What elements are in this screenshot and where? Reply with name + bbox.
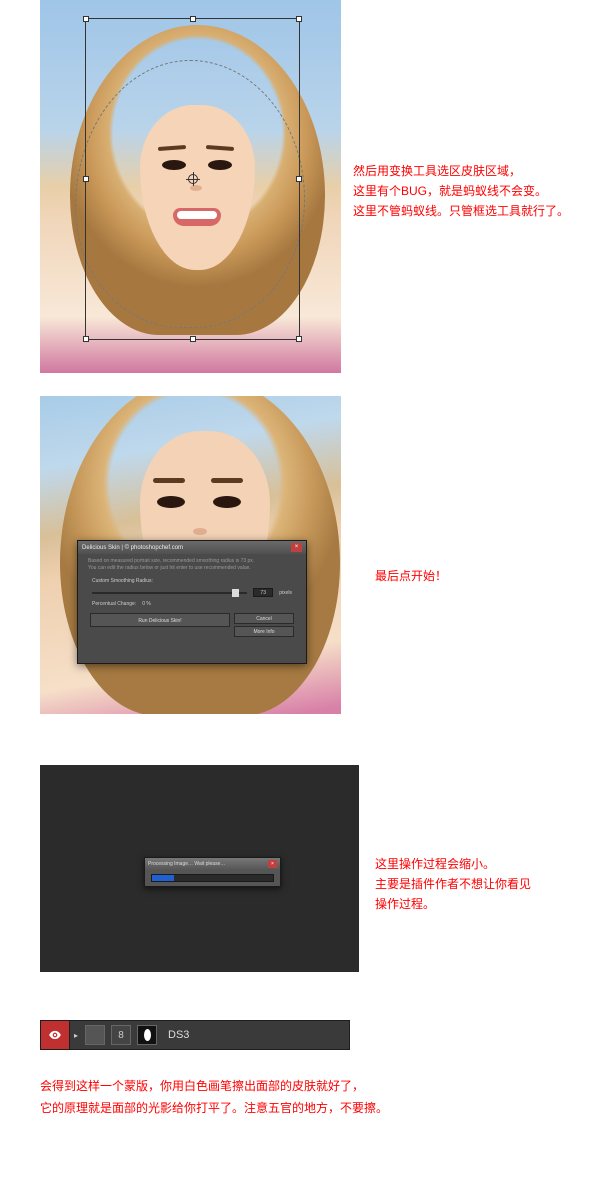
progress-dialog: Processing Image… Wait please… ×	[144, 857, 281, 887]
delicious-skin-dialog: Delicious Skin | © photoshopchef.com × B…	[77, 540, 307, 664]
cancel-button[interactable]: Cancel	[234, 613, 294, 624]
layers-panel-row: ▸ 8 DS3	[40, 1020, 350, 1050]
eye-icon	[48, 1028, 62, 1042]
percent-label: Percentual Change:	[92, 601, 136, 607]
run-button[interactable]: Run Delicious Skin!	[90, 613, 230, 627]
close-icon[interactable]: ×	[291, 543, 302, 552]
more-info-button[interactable]: More Info	[234, 626, 294, 637]
caption-1: 然后用变换工具选区皮肤区域， 这里有个BUG，就是蚂蚁线不会变。 这里不管蚂蚁线…	[353, 161, 569, 221]
screenshot-processing: Processing Image… Wait please… ×	[40, 765, 359, 972]
caption-4: 会得到这样一个蒙版，你用白色画笔擦出面部的皮肤就好了， 它的原理就是面部的光影给…	[40, 1075, 388, 1119]
dialog-titlebar: Delicious Skin | © photoshopchef.com ×	[78, 541, 306, 554]
radius-slider[interactable]	[92, 592, 247, 594]
mask-thumbnail[interactable]	[137, 1025, 157, 1045]
percent-value: 0 %	[142, 601, 151, 607]
group-thumbnail[interactable]	[85, 1025, 105, 1045]
progress-title: Processing Image… Wait please…	[148, 861, 225, 867]
progress-bar	[151, 874, 274, 882]
screenshot-transform-selection	[40, 0, 341, 373]
radius-unit: pixels	[279, 590, 292, 596]
close-icon[interactable]: ×	[268, 860, 277, 868]
dialog-description: Based on measured portrait size, recomme…	[78, 554, 306, 576]
caption-3: 这里操作过程会缩小。 主要是插件作者不想让你看见 操作过程。	[375, 854, 531, 914]
visibility-toggle[interactable]	[41, 1021, 69, 1049]
caption-2: 最后点开始！	[375, 567, 447, 584]
layer-name[interactable]: DS3	[168, 1029, 189, 1041]
expand-icon[interactable]: ▸	[70, 1031, 82, 1040]
transform-box	[85, 18, 300, 340]
radius-value[interactable]: 73	[253, 588, 273, 597]
slider-label: Custom Smoothing Radius:	[92, 578, 153, 584]
link-icon: 8	[111, 1025, 131, 1045]
dialog-title: Delicious Skin | © photoshopchef.com	[82, 545, 183, 551]
